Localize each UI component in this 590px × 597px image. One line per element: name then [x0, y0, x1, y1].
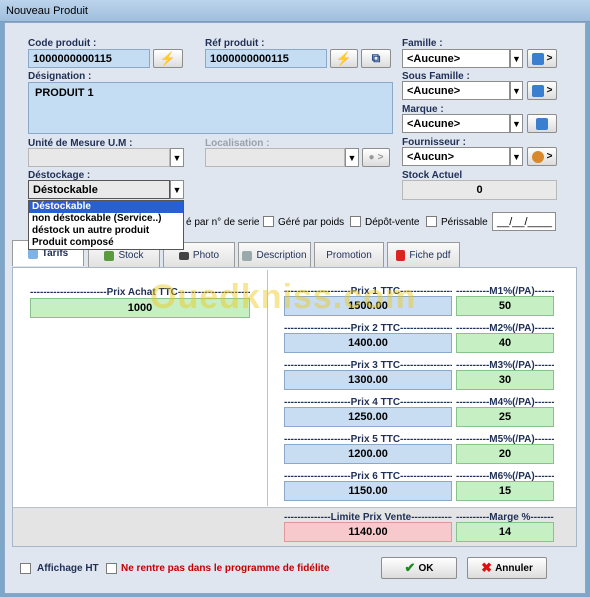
marge-pct-input[interactable]: 15 — [456, 481, 554, 501]
gere-poids-checkbox[interactable] — [263, 216, 274, 227]
perissable-date-input[interactable]: __/__/____ — [492, 212, 556, 231]
pin-icon: ● — [368, 152, 375, 163]
sous-famille-add-button[interactable]: > — [527, 81, 557, 100]
unite-mesure-select[interactable] — [28, 148, 170, 167]
fidelite-label: Ne rentre pas dans le programme de fidél… — [121, 563, 330, 574]
generate-code-button[interactable]: ⚡ — [153, 49, 183, 68]
marge-pct-input[interactable]: 25 — [456, 407, 554, 427]
perissable-label: Périssable — [441, 217, 488, 228]
sous-famille-select[interactable]: <Aucune> — [402, 81, 510, 100]
fournisseur-select[interactable]: <Aucun> — [402, 147, 510, 166]
pdf-icon — [396, 250, 406, 261]
destockage-option[interactable]: déstock un autre produit — [29, 225, 183, 237]
checkmark-icon: ✔ — [404, 560, 416, 575]
tab-fiche-pdf[interactable]: Fiche pdf — [387, 242, 460, 268]
unite-dropdown-arrow[interactable]: ▼ — [170, 148, 184, 167]
designation-input[interactable]: PRODUIT 1 — [28, 82, 393, 134]
affichage-ht-checkbox[interactable] — [20, 563, 31, 574]
marge-value: 14 — [456, 522, 554, 542]
prix-input[interactable]: 1150.00 — [284, 481, 452, 501]
marque-add-button[interactable] — [527, 114, 557, 133]
annuler-button[interactable]: ✖ Annuler — [467, 557, 547, 579]
prix-input[interactable]: 1250.00 — [284, 407, 452, 427]
gere-poids-label: Géré par poids — [278, 217, 345, 228]
famille-label: Famille : — [402, 38, 443, 49]
designation-label: Désignation : — [28, 71, 92, 82]
depot-vente-checkbox[interactable] — [350, 216, 361, 227]
localisation-select[interactable] — [205, 148, 345, 167]
window-title-bar: Nouveau Produit — [0, 0, 590, 22]
famille-select[interactable]: <Aucune> — [402, 49, 510, 68]
marge-pct-input[interactable]: 40 — [456, 333, 554, 353]
stock-actuel-value: 0 — [402, 180, 557, 200]
marque-dropdown-arrow[interactable]: ▼ — [510, 114, 523, 133]
lightning-icon: ⚡ — [335, 50, 353, 66]
destockage-option[interactable]: non déstockable (Service..) — [29, 213, 183, 225]
fidelite-checkbox[interactable] — [106, 563, 117, 574]
watermark-logo: Ouedkniss.com — [150, 278, 417, 316]
prix-input[interactable]: 1400.00 — [284, 333, 452, 353]
tag-icon — [27, 248, 38, 259]
window-title: Nouveau Produit — [6, 5, 88, 17]
destockage-option[interactable]: Produit composé — [29, 237, 183, 249]
tab-description[interactable]: Description — [238, 242, 311, 268]
person-icon — [531, 150, 544, 163]
code-produit-input[interactable]: 1000000000115 — [28, 49, 150, 68]
affichage-ht-label: Affichage HT — [37, 563, 99, 574]
marque-select[interactable]: <Aucune> — [402, 114, 510, 133]
ref-produit-label: Réf produit : — [205, 38, 265, 49]
localisation-add-button[interactable]: ● > — [362, 148, 390, 167]
group-icon — [531, 52, 544, 65]
fournisseur-dropdown-arrow[interactable]: ▼ — [510, 147, 523, 166]
depot-vente-label: Dépôt-vente — [365, 217, 420, 228]
marge-pct-input[interactable]: 50 — [456, 296, 554, 316]
marge-pct-input[interactable]: 20 — [456, 444, 554, 464]
fournisseur-add-button[interactable]: > — [527, 147, 557, 166]
marge-pct-input[interactable]: 30 — [456, 370, 554, 390]
camera-icon — [178, 251, 189, 260]
copy-icon: ⧉ — [371, 51, 381, 65]
localisation-dropdown-arrow[interactable]: ▼ — [345, 148, 359, 167]
famille-dropdown-arrow[interactable]: ▼ — [510, 49, 523, 68]
serie-option-label: é par n° de serie — [186, 217, 260, 228]
code-produit-label: Code produit : — [28, 38, 97, 49]
destockage-dropdown-arrow[interactable]: ▼ — [170, 180, 184, 199]
prix-input[interactable]: 1200.00 — [284, 444, 452, 464]
close-icon: ✖ — [481, 560, 493, 575]
lightning-icon: ⚡ — [159, 50, 177, 66]
pencil-icon — [242, 250, 253, 261]
sous-famille-dropdown-arrow[interactable]: ▼ — [510, 81, 523, 100]
tab-promotion[interactable]: Promotion — [314, 242, 384, 268]
group-icon — [531, 84, 544, 97]
generate-ref-button[interactable]: ⚡ — [330, 49, 358, 68]
destockage-option[interactable]: Déstockable — [29, 201, 183, 213]
limite-prix-input[interactable]: 1140.00 — [284, 522, 452, 542]
famille-add-button[interactable]: > — [527, 49, 557, 68]
ref-produit-input[interactable]: 1000000000115 — [205, 49, 327, 68]
prix-input[interactable]: 1300.00 — [284, 370, 452, 390]
box-icon — [104, 250, 115, 261]
perissable-checkbox[interactable] — [426, 216, 437, 227]
ok-button[interactable]: ✔ OK — [381, 557, 457, 579]
group-icon — [536, 117, 548, 130]
copy-ref-button[interactable]: ⧉ — [361, 49, 391, 68]
destockage-dropdown-list: Déstockable non déstockable (Service..) … — [28, 200, 184, 250]
destockage-select[interactable]: Déstockable — [28, 180, 170, 199]
